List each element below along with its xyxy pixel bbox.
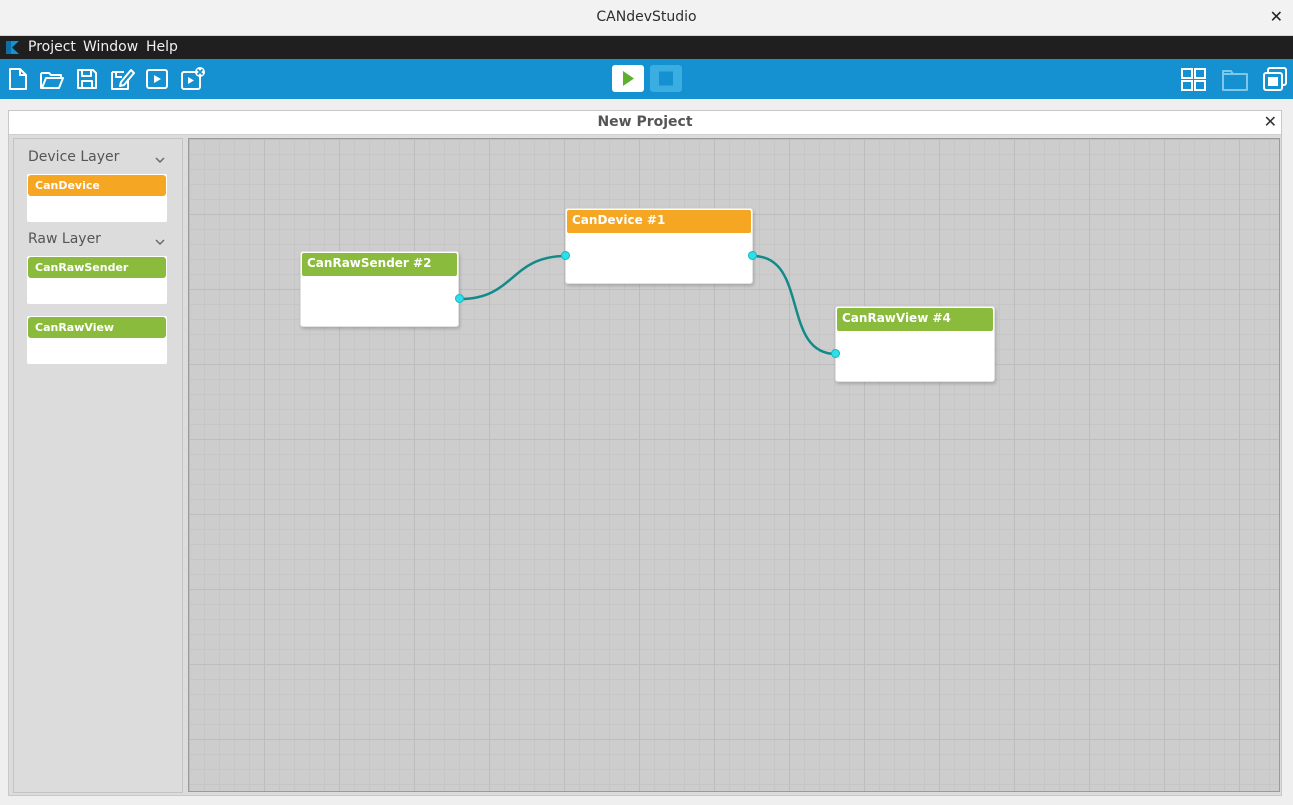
flow-canvas[interactable]: CanRawSender #2 CanDevice #1 CanRawView … <box>188 138 1280 792</box>
port-device-out[interactable] <box>748 251 757 260</box>
project-title-bar: New Project ✕ <box>9 111 1281 135</box>
node-title: CanRawView #4 <box>837 308 993 331</box>
stop-button[interactable] <box>650 65 682 92</box>
play-icon <box>623 71 634 86</box>
layer-header-raw[interactable]: Raw Layer <box>28 231 101 247</box>
title-bar: CANdevStudio ✕ <box>0 0 1293 36</box>
node-title: CanRawSender #2 <box>302 253 457 276</box>
cascade-windows-button[interactable] <box>1262 66 1290 92</box>
save-as-icon <box>111 69 135 90</box>
new-file-icon <box>9 68 27 90</box>
chevron-down-icon[interactable] <box>154 236 166 248</box>
palette-item-candevice[interactable]: CanDevice <box>27 174 167 222</box>
chevron-down-icon[interactable] <box>154 154 166 166</box>
node-candevice[interactable]: CanDevice #1 <box>565 208 753 284</box>
tile-windows-icon <box>1181 68 1206 91</box>
close-project-button[interactable] <box>180 66 206 92</box>
close-project-icon <box>181 67 205 90</box>
tabbed-view-icon <box>1222 70 1248 91</box>
save-as-button[interactable] <box>109 66 135 92</box>
open-folder-icon <box>40 72 64 89</box>
cascade-windows-icon <box>1263 67 1287 91</box>
window-close-button[interactable]: ✕ <box>1270 9 1283 25</box>
stop-icon <box>659 71 673 86</box>
connection-sender-to-device[interactable] <box>459 254 567 301</box>
palette-item-canrawsender[interactable]: CanRawSender <box>27 256 167 304</box>
node-title: CanDevice #1 <box>567 210 751 233</box>
toolbar <box>0 59 1293 99</box>
start-simulation-icon <box>146 69 168 89</box>
window-title: CANdevStudio <box>596 9 697 25</box>
menu-project[interactable]: Project <box>28 39 76 55</box>
component-palette: Device Layer CanDevice Raw Layer CanRawS… <box>13 138 183 793</box>
menu-bar: Project Window Help <box>0 36 1293 59</box>
node-canrawview[interactable]: CanRawView #4 <box>835 306 995 382</box>
new-project-button[interactable] <box>5 66 31 92</box>
project-title: New Project <box>597 114 693 130</box>
tile-windows-button[interactable] <box>1180 66 1210 92</box>
palette-item-label: CanDevice <box>28 175 166 196</box>
start-simulation-button[interactable] <box>144 66 170 92</box>
palette-item-label: CanRawSender <box>28 257 166 278</box>
connection-device-to-view[interactable] <box>752 254 837 356</box>
play-button[interactable] <box>612 65 644 92</box>
palette-item-label: CanRawView <box>28 317 166 338</box>
app-logo-icon <box>6 41 19 54</box>
port-sender-out[interactable] <box>455 294 464 303</box>
save-project-button[interactable] <box>74 66 100 92</box>
menu-window[interactable]: Window <box>83 39 138 55</box>
port-device-in[interactable] <box>561 251 570 260</box>
project-close-button[interactable]: ✕ <box>1264 112 1277 131</box>
node-canrawsender[interactable]: CanRawSender #2 <box>300 251 459 327</box>
palette-item-canrawview[interactable]: CanRawView <box>27 316 167 364</box>
project-window: New Project ✕ Device Layer CanDevice Raw… <box>8 110 1282 796</box>
open-project-button[interactable] <box>39 66 65 92</box>
port-view-in[interactable] <box>831 349 840 358</box>
save-icon <box>77 69 97 89</box>
layer-header-device[interactable]: Device Layer <box>28 149 119 165</box>
menu-help[interactable]: Help <box>146 39 178 55</box>
tabbed-view-button[interactable] <box>1220 66 1250 92</box>
